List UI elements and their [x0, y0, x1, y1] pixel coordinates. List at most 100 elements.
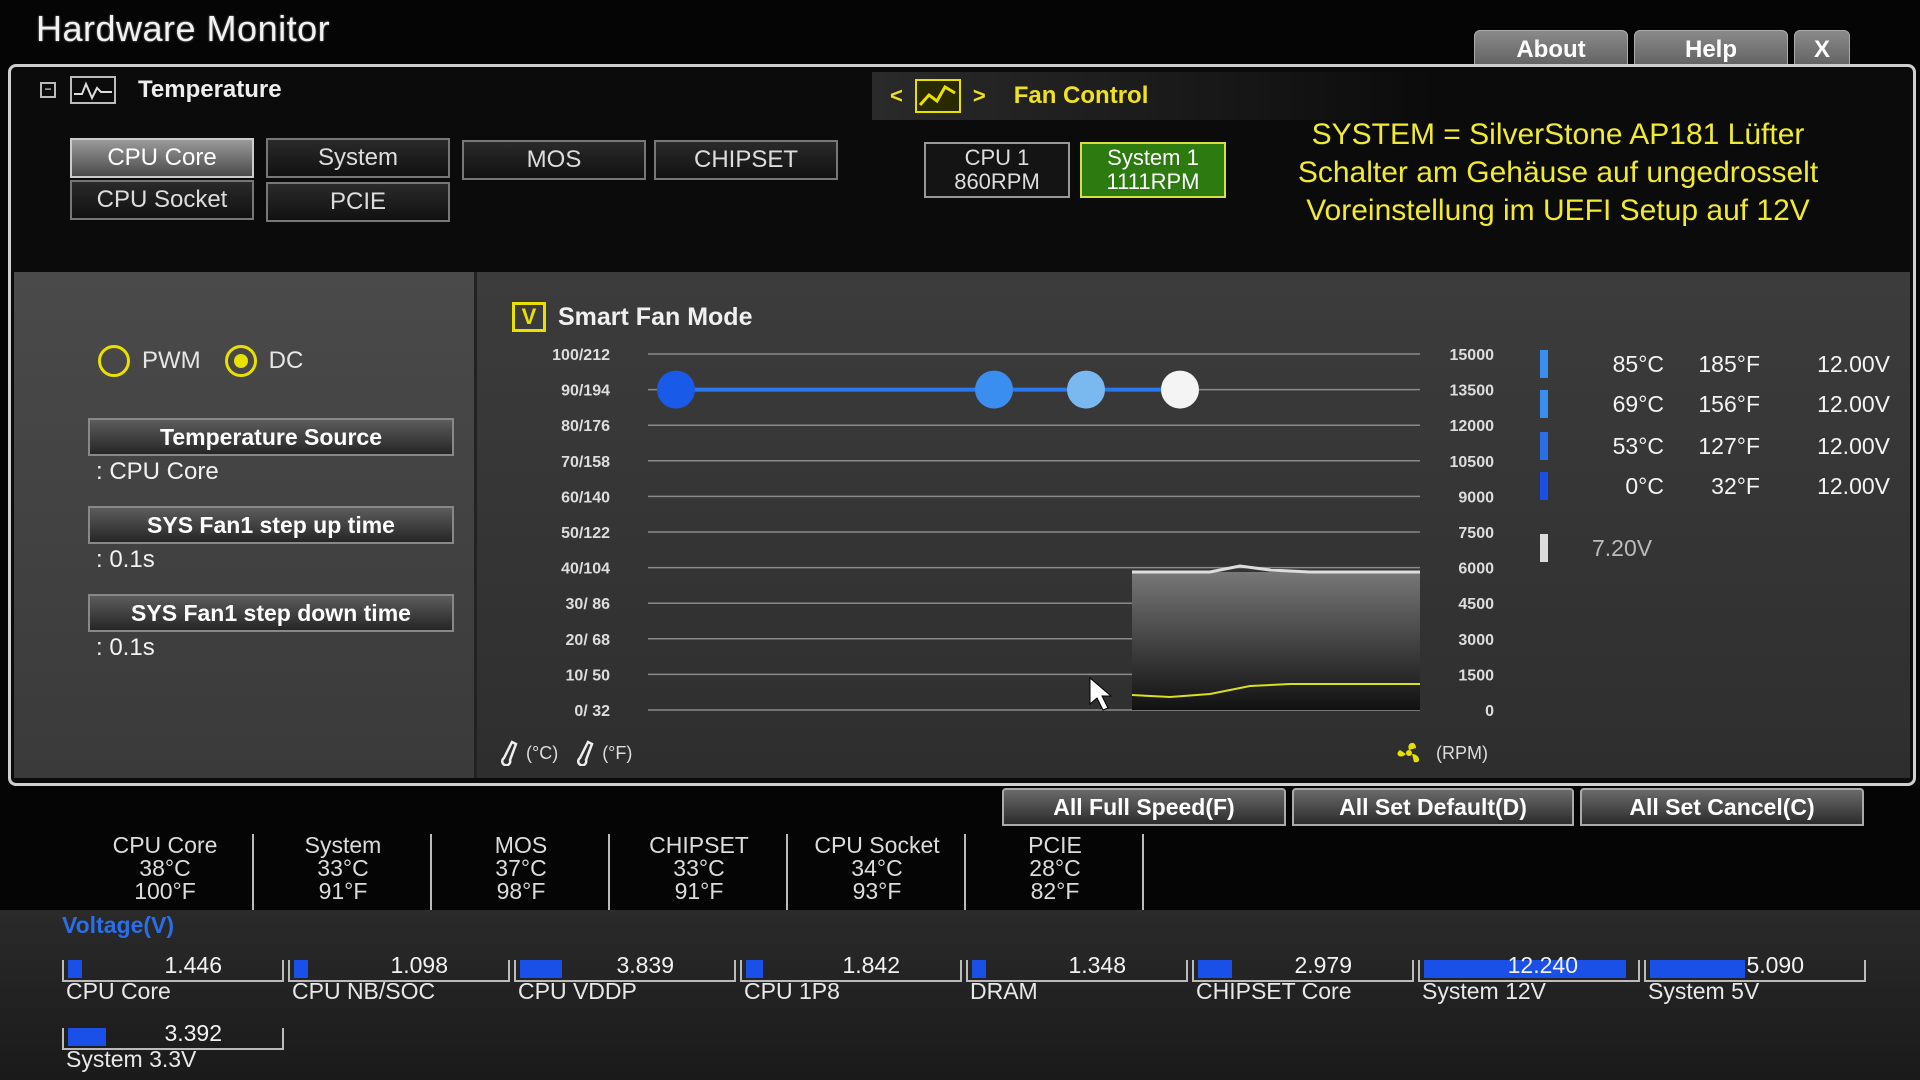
temp-readout-fahrenheit: 93°F: [852, 878, 902, 904]
smart-fan-checkbox[interactable]: V: [512, 302, 546, 332]
left-tick-label: 40/104: [561, 561, 610, 578]
voltage-name: CPU VDDP: [518, 978, 637, 1004]
voltage-name: System 12V: [1422, 978, 1546, 1004]
voltage-value: 3.839: [616, 952, 674, 978]
smart-fan-mode: V Smart Fan Mode: [512, 302, 752, 332]
overlay-note: SYSTEM = SilverStone AP181 Lüfter Schalt…: [1248, 116, 1868, 230]
fan-control-label: Fan Control: [1013, 82, 1149, 109]
source-button-mos[interactable]: MOS: [462, 140, 646, 180]
all-set-cancel-button[interactable]: All Set Cancel(C): [1580, 788, 1864, 826]
fan-curve-point[interactable]: [1161, 370, 1199, 409]
voltage-bar-fill: [746, 960, 763, 978]
voltage-value: 2.979: [1294, 952, 1352, 978]
fan-point-row[interactable]: 53°C 127°F 12.00V: [1540, 432, 1890, 460]
left-tick-label: 100/212: [552, 347, 610, 364]
voltage-name: CPU NB/SOC: [292, 978, 436, 1004]
voltage-value: 1.842: [842, 952, 900, 978]
temp-readout-celsius: 33°C: [673, 855, 725, 881]
temp-readout-fahrenheit: 91°F: [318, 878, 368, 904]
voltage-name: System 5V: [1648, 978, 1760, 1004]
fan-point-marker: [1540, 390, 1548, 418]
dc-radio[interactable]: [224, 345, 257, 377]
temp-readout-celsius: 34°C: [851, 855, 903, 881]
app-title: Hardware Monitor: [36, 8, 331, 49]
voltage-value: 5.090: [1746, 952, 1804, 978]
fan-icon: [1397, 742, 1420, 763]
temp-readout-fahrenheit: 100°F: [134, 878, 196, 904]
voltage-bar-fill: [68, 960, 82, 978]
step-down-time-button[interactable]: SYS Fan1 step down time: [88, 594, 454, 632]
temperature-label: Temperature: [138, 76, 282, 103]
step-up-time-value: : 0.1s: [96, 546, 155, 573]
temperature-source-button[interactable]: Temperature Source: [88, 418, 454, 456]
temp-readout-name: MOS: [494, 832, 548, 858]
fan-curve-point[interactable]: [975, 370, 1013, 409]
temp-readout-fahrenheit: 91°F: [674, 878, 724, 904]
source-button-cpu-socket[interactable]: CPU Socket: [70, 180, 254, 220]
fan-point-fahrenheit: 32°F: [1711, 472, 1760, 499]
voltage-name: DRAM: [970, 978, 1038, 1004]
fan-point-celsius: 53°C: [1612, 432, 1664, 459]
min-voltage-row: 7.20V: [1540, 534, 1652, 562]
temp-readout-name: PCIE: [1028, 832, 1082, 858]
note-line: SYSTEM = SilverStone AP181 Lüfter: [1311, 118, 1805, 151]
all-full-speed-button[interactable]: All Full Speed(F): [1002, 788, 1286, 826]
prev-arrow-icon[interactable]: <: [890, 83, 903, 109]
fan-point-row[interactable]: 0°C 32°F 12.00V: [1540, 472, 1890, 500]
voltage-name: CPU Core: [66, 978, 171, 1004]
source-button-cpu-core[interactable]: CPU Core: [70, 138, 254, 178]
temp-readout-name: CPU Socket: [814, 832, 940, 858]
voltage-bar-fill: [1650, 960, 1745, 978]
source-button-system[interactable]: System: [266, 138, 450, 178]
fan-button-system1[interactable]: System 1 1111RPM: [1080, 142, 1226, 198]
right-tick-label: 6000: [1458, 561, 1494, 578]
fan-point-row[interactable]: 69°C 156°F 12.00V: [1540, 390, 1890, 418]
voltage-value: 1.348: [1068, 952, 1126, 978]
left-tick-label: 50/122: [561, 525, 610, 542]
fan-curve-point[interactable]: [657, 370, 695, 409]
left-tick-label: 30/ 86: [566, 596, 611, 613]
step-down-time-value: : 0.1s: [96, 634, 155, 661]
right-tick-label: 12000: [1450, 418, 1495, 435]
temp-readout-name: System: [304, 832, 382, 858]
temp-readout-name: CPU Core: [112, 832, 218, 858]
right-tick-label: 13500: [1450, 383, 1495, 400]
collapse-icon[interactable]: −: [40, 82, 56, 98]
temp-readout-celsius: 28°C: [1029, 855, 1081, 881]
left-tick-label: 10/ 50: [566, 667, 611, 684]
heartbeat-icon: [70, 76, 116, 104]
temp-readout: CPU Socket 34°C 93°F: [790, 834, 966, 910]
left-tick-label: 70/158: [561, 454, 610, 471]
min-voltage-marker: [1540, 534, 1548, 562]
temp-readout: MOS 37°C 98°F: [434, 834, 610, 910]
fan-curve-chart[interactable]: 100/212 90/194 80/176 70/158 60/140 50/122 40/…: [510, 340, 1520, 770]
step-up-time-button[interactable]: SYS Fan1 step up time: [88, 506, 454, 544]
fan-point-row[interactable]: 85°C 185°F 12.00V: [1540, 350, 1890, 378]
source-button-pcie[interactable]: PCIE: [266, 182, 450, 222]
temp-readout: System 33°C 91°F: [256, 834, 432, 910]
next-arrow-icon[interactable]: >: [973, 83, 986, 109]
pwm-label: PWM: [142, 347, 201, 374]
temp-readout: CPU Core 38°C 100°F: [78, 834, 254, 910]
left-tick-label: 90/194: [561, 383, 610, 400]
voltage-value: 12.240: [1507, 952, 1578, 978]
note-line: Voreinstellung im UEFI Setup auf 12V: [1306, 194, 1810, 227]
fan-button-cpu1[interactable]: CPU 1 860RPM: [924, 142, 1070, 198]
right-tick-label: 1500: [1458, 667, 1494, 684]
fan-point-voltage: 12.00V: [1817, 350, 1890, 377]
temp-readout-celsius: 38°C: [139, 855, 191, 881]
fan-point-marker: [1540, 350, 1548, 378]
fan-point-voltage: 12.00V: [1817, 390, 1890, 417]
right-tick-label: 15000: [1450, 347, 1495, 364]
all-set-default-button[interactable]: All Set Default(D): [1292, 788, 1574, 826]
rpm-history-graph: [1131, 564, 1420, 710]
voltage-value: 1.446: [164, 952, 222, 978]
fan-curve-point[interactable]: [1067, 370, 1105, 409]
fan-name: CPU 1: [964, 145, 1030, 170]
fan-name: System 1: [1107, 145, 1199, 170]
left-tick-label: 20/ 68: [566, 632, 611, 649]
source-button-chipset[interactable]: CHIPSET: [654, 140, 838, 180]
fan-point-celsius: 69°C: [1612, 390, 1664, 417]
temp-readout-fahrenheit: 82°F: [1030, 878, 1080, 904]
pwm-radio[interactable]: [98, 345, 130, 377]
